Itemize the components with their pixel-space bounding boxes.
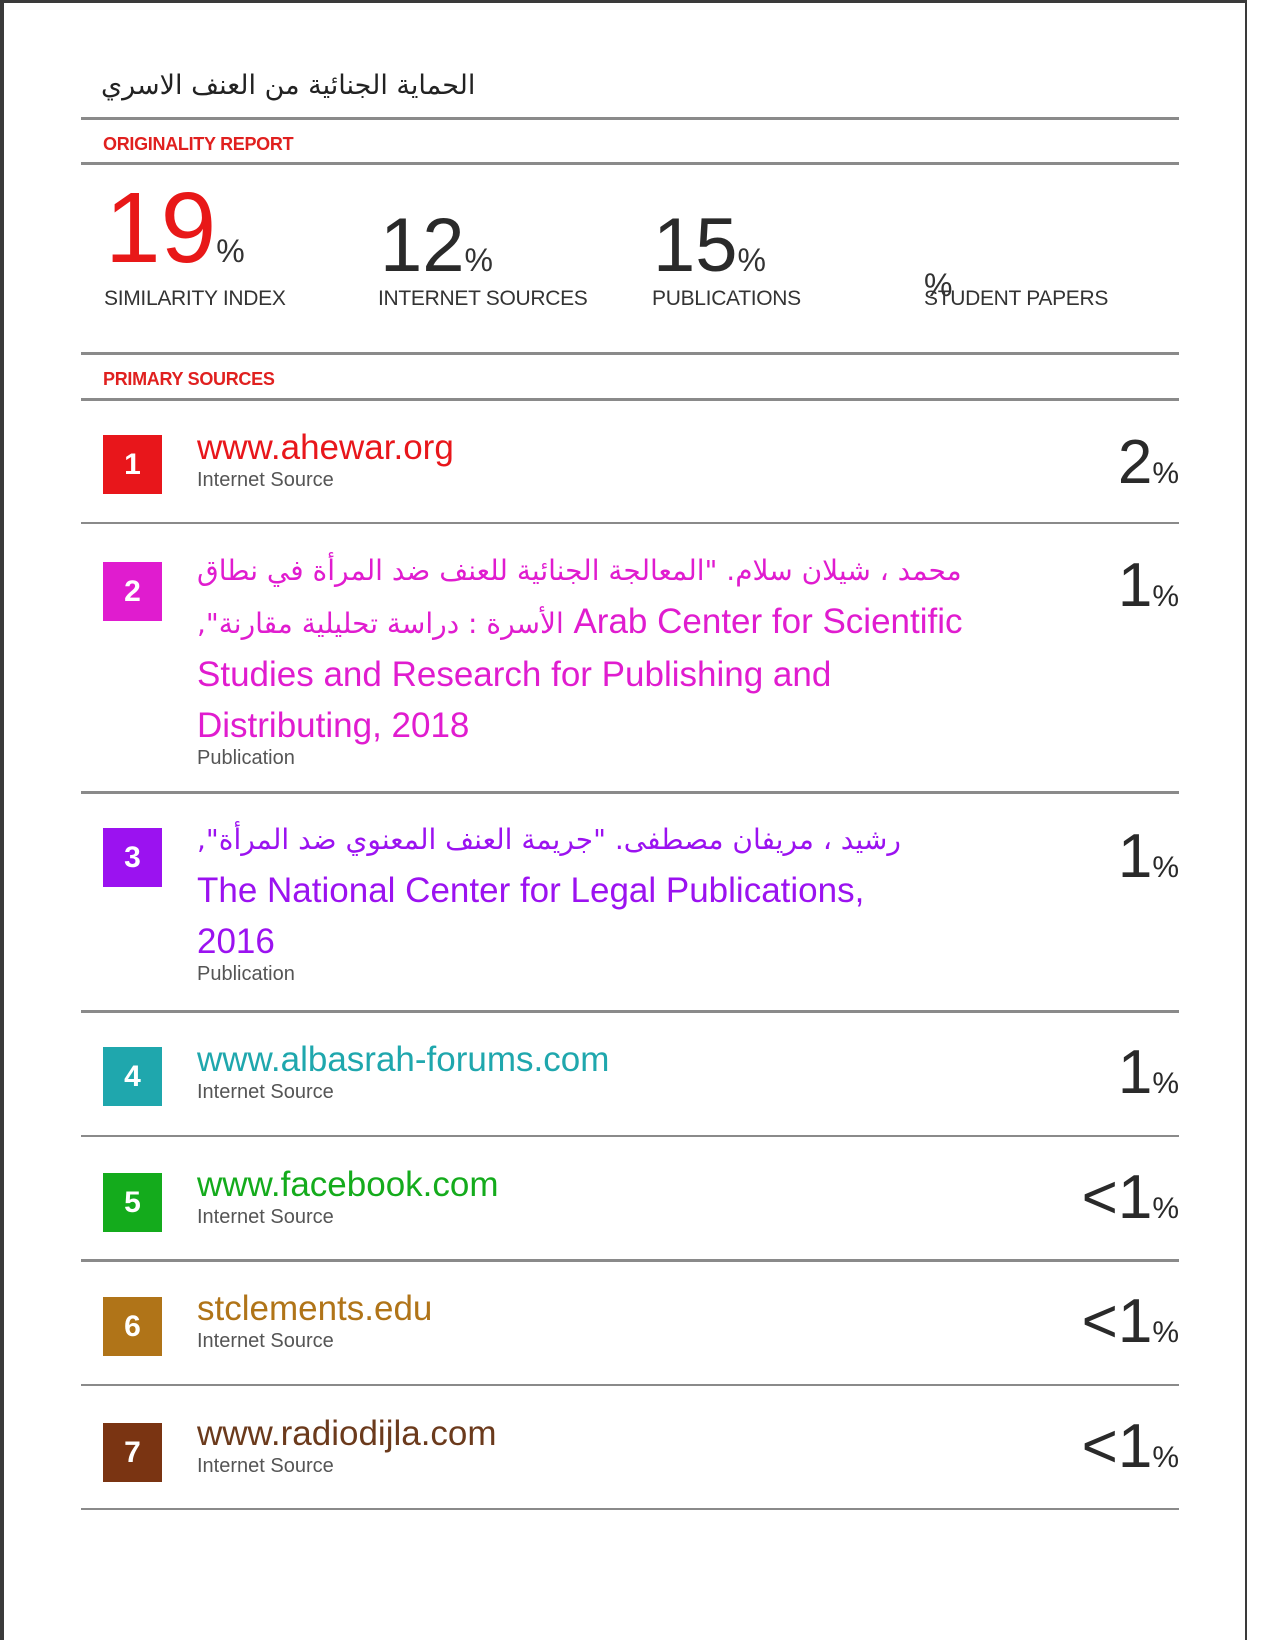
similarity-index-label: SIMILARITY INDEX bbox=[104, 287, 286, 310]
source-percentage: <1% bbox=[1081, 1287, 1179, 1356]
divider bbox=[81, 398, 1179, 401]
source-title-link[interactable]: stclements.edu Internet Source bbox=[197, 1283, 1057, 1354]
source-percentage: <1% bbox=[1081, 1163, 1179, 1232]
similarity-index-value: 19% bbox=[105, 172, 245, 284]
source-type: Internet Source bbox=[197, 1081, 334, 1103]
divider bbox=[81, 1508, 1179, 1510]
divider bbox=[81, 117, 1179, 120]
source-title-link[interactable]: رشيد ، مريفان مصطفى. "جريمة العنف المعنو… bbox=[197, 814, 1057, 987]
internet-sources-value: 12% bbox=[380, 203, 493, 288]
source-percentage: 2% bbox=[1117, 428, 1179, 497]
divider bbox=[81, 162, 1179, 165]
divider bbox=[81, 522, 1179, 524]
source-percentage: 1% bbox=[1117, 1038, 1179, 1107]
divider bbox=[81, 791, 1179, 794]
document-title: الحماية الجنائية من العنف الاسري bbox=[101, 70, 476, 101]
source-title-link[interactable]: www.facebook.com Internet Source bbox=[197, 1159, 1057, 1230]
publications-label: PUBLICATIONS bbox=[652, 287, 801, 310]
source-rank-badge: 1 bbox=[103, 435, 162, 494]
divider bbox=[81, 352, 1179, 355]
source-percentage: <1% bbox=[1081, 1412, 1179, 1481]
source-title-link[interactable]: www.radiodijla.com Internet Source bbox=[197, 1408, 1057, 1479]
source-type: Internet Source bbox=[197, 1455, 334, 1477]
source-rank-badge: 5 bbox=[103, 1173, 162, 1232]
internet-sources-label: INTERNET SOURCES bbox=[378, 287, 588, 310]
divider bbox=[81, 1384, 1179, 1386]
source-type: Internet Source bbox=[197, 1330, 334, 1352]
divider bbox=[81, 1010, 1179, 1013]
source-rank-badge: 3 bbox=[103, 828, 162, 887]
source-type: Internet Source bbox=[197, 469, 334, 491]
source-title-link[interactable]: www.ahewar.org Internet Source bbox=[197, 422, 1057, 493]
divider bbox=[81, 1135, 1179, 1137]
student-papers-label: STUDENT PAPERS bbox=[924, 287, 1109, 310]
divider bbox=[81, 1259, 1179, 1262]
source-rank-badge: 7 bbox=[103, 1423, 162, 1482]
source-title-link[interactable]: www.albasrah-forums.com Internet Source bbox=[197, 1034, 1057, 1105]
source-type: Internet Source bbox=[197, 1206, 334, 1228]
source-rank-badge: 2 bbox=[103, 562, 162, 621]
source-title-link[interactable]: محمد ، شيلان سلام. "المعالجة الجنائية لل… bbox=[197, 545, 1057, 771]
publications-value: 15% bbox=[653, 203, 766, 288]
source-rank-badge: 6 bbox=[103, 1297, 162, 1356]
source-percentage: 1% bbox=[1117, 822, 1179, 891]
source-rank-badge: 4 bbox=[103, 1047, 162, 1106]
source-percentage: 1% bbox=[1117, 551, 1179, 620]
originality-report-label: ORIGINALITY REPORT bbox=[103, 134, 294, 154]
source-type: Publication bbox=[197, 963, 295, 985]
primary-sources-label: PRIMARY SOURCES bbox=[103, 369, 275, 389]
